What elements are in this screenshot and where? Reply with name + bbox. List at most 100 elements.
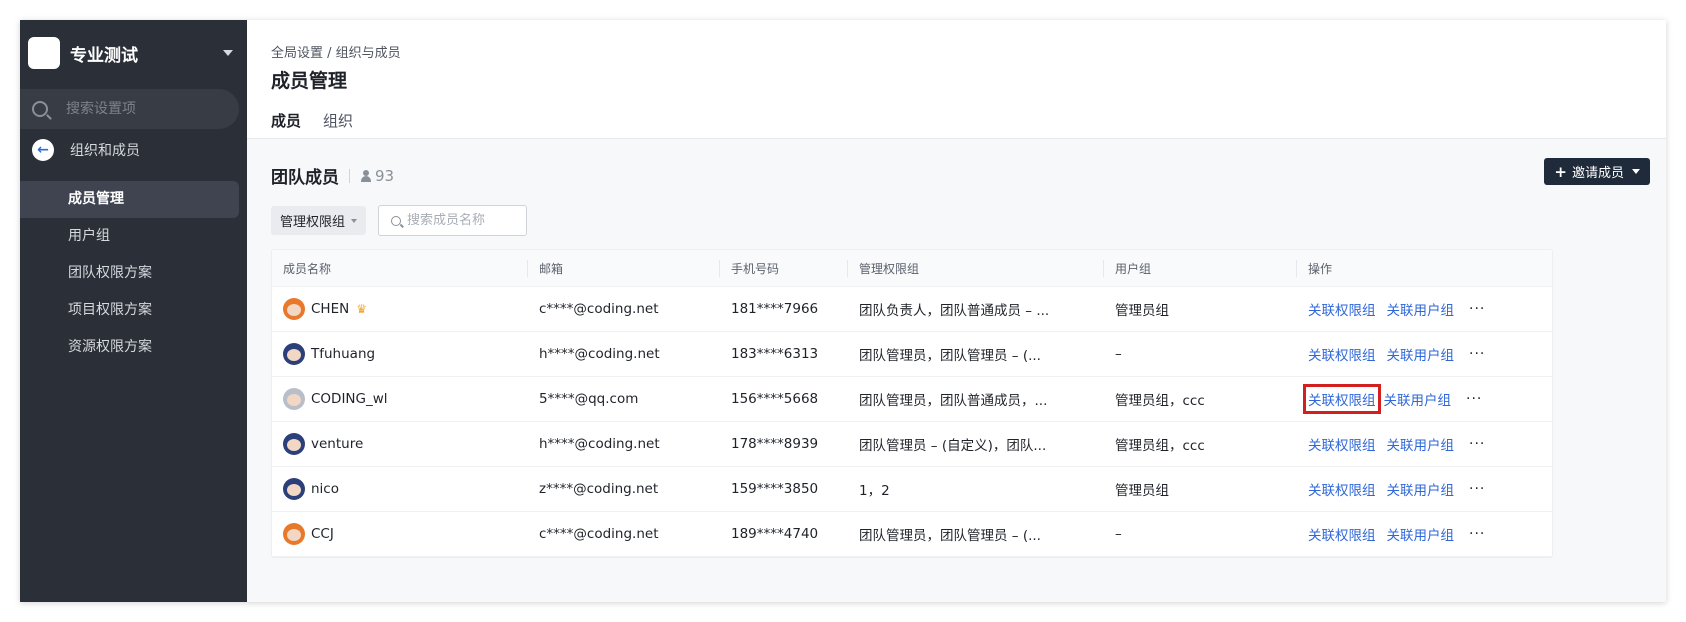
app-window: 专业测试 ← 组织和成员 成员管理 用户组 团队权限方案 项目权限方案 资源权限…: [20, 20, 1666, 602]
member-actions: 关联权限组 关联用户组 ···: [1297, 287, 1552, 331]
admin-group-filter-label: 管理权限组: [280, 215, 346, 230]
member-user-groups: 管理员组，ccc: [1115, 438, 1205, 454]
member-admin-groups: 团队管理员，团队普通成员，...: [859, 393, 1048, 409]
invite-member-button[interactable]: + 邀请成员: [1544, 158, 1650, 185]
more-icon[interactable]: ···: [1469, 346, 1485, 362]
link-permission-group-button[interactable]: 关联权限组: [1303, 384, 1381, 414]
settings-search-input[interactable]: [66, 101, 216, 117]
member-admin-groups: 团队管理员，团队管理员 – (...: [859, 528, 1041, 544]
member-count: 93: [360, 167, 394, 185]
member-name: Tfuhuang: [311, 346, 376, 362]
avatar: [283, 523, 305, 545]
link-user-group-button[interactable]: 关联用户组: [1387, 479, 1455, 499]
team-switcher[interactable]: 专业测试: [28, 37, 239, 69]
member-name: CCJ: [311, 526, 334, 542]
member-name: venture: [311, 436, 364, 452]
member-email: h****@coding.net: [539, 346, 660, 362]
member-search-input[interactable]: [407, 213, 517, 228]
member-phone: 156****5668: [731, 391, 819, 407]
member-actions: 关联权限组 关联用户组 ···: [1297, 377, 1552, 421]
column-header-name: 成员名称: [272, 250, 528, 286]
table-row: Tfuhuang h****@coding.net 183****6313 团队管理员…: [272, 332, 1552, 377]
member-name-cell: Tfuhuang: [272, 332, 528, 376]
member-actions: 关联权限组 关联用户组 ···: [1297, 332, 1552, 376]
member-email: 5****@qq.com: [539, 391, 639, 407]
divider: [349, 168, 350, 183]
link-permission-group-button[interactable]: 关联权限组: [1308, 524, 1376, 544]
members-section: 团队成员 93 + 邀请成员 管理权限组 搜索成员名称 成员名称 邮箱 手机号码…: [247, 139, 1666, 602]
invite-member-label: 邀请成员: [1571, 166, 1624, 181]
more-icon[interactable]: ···: [1466, 391, 1482, 407]
link-user-group-button[interactable]: 关联用户组: [1387, 524, 1455, 544]
tab-members[interactable]: 成员: [271, 110, 302, 140]
link-permission-group-button[interactable]: 关联权限组: [1308, 344, 1376, 364]
member-actions: 关联权限组 关联用户组 ···: [1297, 422, 1552, 466]
more-icon[interactable]: ···: [1469, 526, 1485, 542]
column-header-actions: 操作: [1308, 261, 1333, 276]
member-name-cell: CHEN ♛: [272, 287, 528, 331]
admin-group-filter[interactable]: 管理权限组: [271, 206, 367, 235]
more-icon[interactable]: ···: [1469, 481, 1485, 497]
settings-search[interactable]: [20, 89, 239, 129]
chevron-down-icon[interactable]: [223, 50, 233, 56]
table-row: venture h****@coding.net 178****8939 团队管理员 …: [272, 422, 1552, 467]
sidebar-item-project-permission-schemes[interactable]: 项目权限方案: [20, 292, 239, 329]
link-permission-group-button[interactable]: 关联权限组: [1308, 434, 1376, 454]
table-row: CHEN ♛ c****@coding.net 181****7966 团队负责人，团队…: [272, 287, 1552, 332]
plus-icon: +: [1554, 162, 1567, 181]
sidebar-item-resource-permission-schemes[interactable]: 资源权限方案: [20, 329, 239, 366]
table-row: nico z****@coding.net 159****3850 1，2 管理员组 关联…: [272, 467, 1552, 512]
member-email: h****@coding.net: [539, 436, 660, 452]
user-icon: [360, 169, 372, 182]
member-search[interactable]: [378, 205, 527, 236]
sidebar-item-user-groups[interactable]: 用户组: [20, 218, 239, 255]
arrow-left-icon[interactable]: ←: [32, 139, 54, 161]
main-panel: 全局设置 / 组织与成员 成员管理 成员 组织 团队成员 93 + 邀请成员 管…: [247, 20, 1666, 602]
member-user-groups: 管理员组，ccc: [1115, 393, 1205, 409]
member-admin-groups: 团队负责人，团队普通成员 – ...: [859, 303, 1050, 319]
link-user-group-button[interactable]: 关联用户组: [1384, 389, 1452, 409]
avatar: [283, 433, 305, 455]
table-body: CHEN ♛ c****@coding.net 181****7966 团队负责人，团队…: [272, 287, 1552, 557]
table-header: 成员名称 邮箱 手机号码 管理权限组 用户组 操作: [272, 250, 1552, 287]
column-header-admin-groups: 管理权限组: [848, 250, 1104, 286]
link-permission-group-button[interactable]: 关联权限组: [1308, 479, 1376, 499]
member-email: c****@coding.net: [539, 301, 659, 317]
more-icon[interactable]: ···: [1469, 436, 1485, 452]
member-phone: 178****8939: [731, 436, 819, 452]
link-user-group-button[interactable]: 关联用户组: [1387, 344, 1455, 364]
chevron-down-icon[interactable]: [1632, 169, 1640, 174]
breadcrumb[interactable]: 全局设置 / 组织与成员: [271, 42, 401, 61]
back-label: 组织和成员: [70, 143, 140, 159]
members-table: 成员名称 邮箱 手机号码 管理权限组 用户组 操作 CHEN ♛ c****@cod…: [271, 249, 1553, 558]
search-icon: [391, 215, 401, 226]
avatar: [283, 343, 305, 365]
member-name: nico: [311, 481, 339, 497]
sidebar: 专业测试 ← 组织和成员 成员管理 用户组 团队权限方案 项目权限方案 资源权限…: [20, 20, 247, 602]
member-user-groups: –: [1115, 346, 1122, 362]
search-icon: [32, 101, 48, 117]
link-user-group-button[interactable]: 关联用户组: [1387, 299, 1455, 319]
back-to-org[interactable]: ← 组织和成员: [32, 138, 140, 162]
member-phone: 181****7966: [731, 301, 819, 317]
member-name-cell: nico: [272, 467, 528, 511]
member-phone: 183****6313: [731, 346, 819, 362]
member-user-groups: 管理员组: [1115, 483, 1169, 499]
member-actions: 关联权限组 关联用户组 ···: [1297, 467, 1552, 511]
link-permission-group-button[interactable]: 关联权限组: [1308, 299, 1376, 319]
chevron-down-icon: [351, 218, 358, 223]
sidebar-nav: 成员管理 用户组 团队权限方案 项目权限方案 资源权限方案: [20, 181, 239, 366]
member-admin-groups: 团队管理员 – (自定义)，团队...: [859, 438, 1047, 454]
member-email: c****@coding.net: [539, 526, 659, 542]
member-name: CHEN: [311, 301, 350, 317]
more-icon[interactable]: ···: [1469, 301, 1485, 317]
member-phone: 159****3850: [731, 481, 819, 497]
sidebar-item-team-permission-schemes[interactable]: 团队权限方案: [20, 255, 239, 292]
tab-organization[interactable]: 组织: [323, 110, 353, 140]
sidebar-item-member-management[interactable]: 成员管理: [20, 181, 239, 218]
member-name-cell: CODING_wl: [272, 377, 528, 421]
member-email: z****@coding.net: [539, 481, 659, 497]
link-user-group-button[interactable]: 关联用户组: [1387, 434, 1455, 454]
member-admin-groups: 1，2: [859, 483, 890, 499]
avatar: [283, 298, 305, 320]
